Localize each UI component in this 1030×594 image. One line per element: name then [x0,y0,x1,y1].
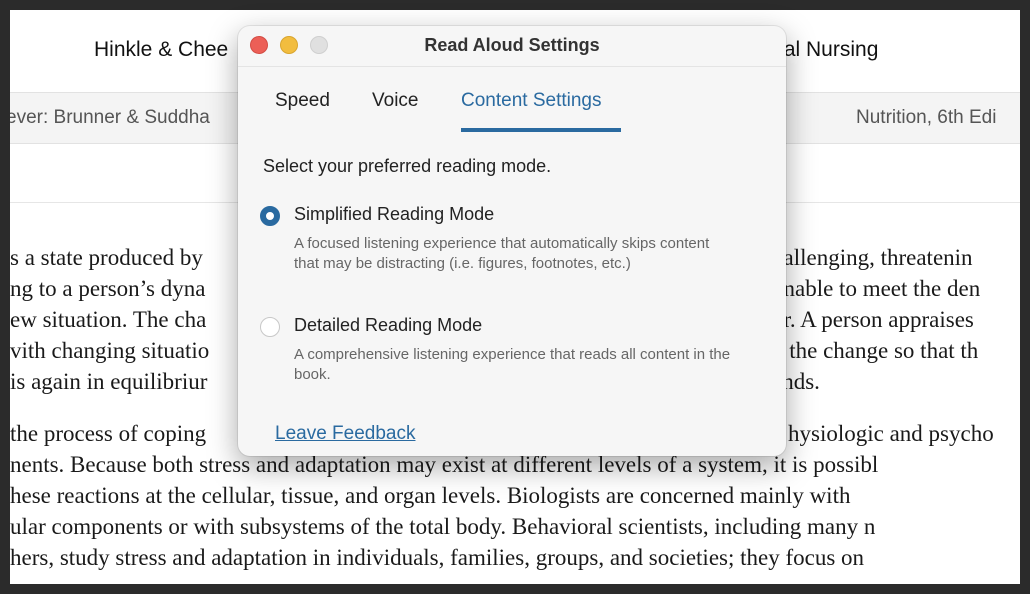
active-tab-indicator [461,128,621,132]
tab-content-settings[interactable]: Content Settings [461,90,601,112]
radio-detailed[interactable] [260,317,280,337]
leave-feedback-link[interactable]: Leave Feedback [275,423,416,445]
book-tab-nutrition[interactable]: Nutrition, 6th Edi [856,103,996,133]
tab-speed[interactable]: Speed [275,90,330,112]
book-paragraph-2-right: hysiologic and psycho [788,418,1020,449]
reading-mode-prompt: Select your preferred reading mode. [263,156,552,176]
text-line: ular components or with subsystems of th… [10,514,876,539]
text-line: o the change so that th [772,338,979,363]
option-label: Simplified Reading Mode [294,204,495,224]
text-line: ands. [772,369,820,394]
dialog-titlebar[interactable]: Read Aloud Settings [238,26,786,67]
text-line: unable to meet the den [772,276,981,301]
option-label: Detailed Reading Mode [294,315,483,335]
option-description: A comprehensive listening experience tha… [294,346,731,383]
book-paragraph-1-right: hallenging, threatenin unable to meet th… [772,242,1020,397]
text-line: or. A person appraises [772,307,974,332]
read-aloud-settings-dialog: Read Aloud Settings Speed Voice Content … [238,26,786,456]
book-tab-brunner[interactable]: ever: Brunner & Suddha [10,103,210,133]
tab-voice[interactable]: Voice [372,90,418,112]
text-line: hese reactions at the cellular, tissue, … [10,483,851,508]
text-line: hallenging, threatenin [772,245,973,270]
radio-simplified[interactable] [260,206,280,226]
text-line: hysiologic and psycho [788,421,994,446]
settings-tabs: Speed Voice Content Settings [238,84,786,134]
option-description: A focused listening experience that auto… [294,235,710,272]
book-title-left: Hinkle & Chee [94,38,229,61]
text-line: hers, study stress and adaptation in ind… [10,545,865,570]
dialog-title: Read Aloud Settings [424,35,600,55]
